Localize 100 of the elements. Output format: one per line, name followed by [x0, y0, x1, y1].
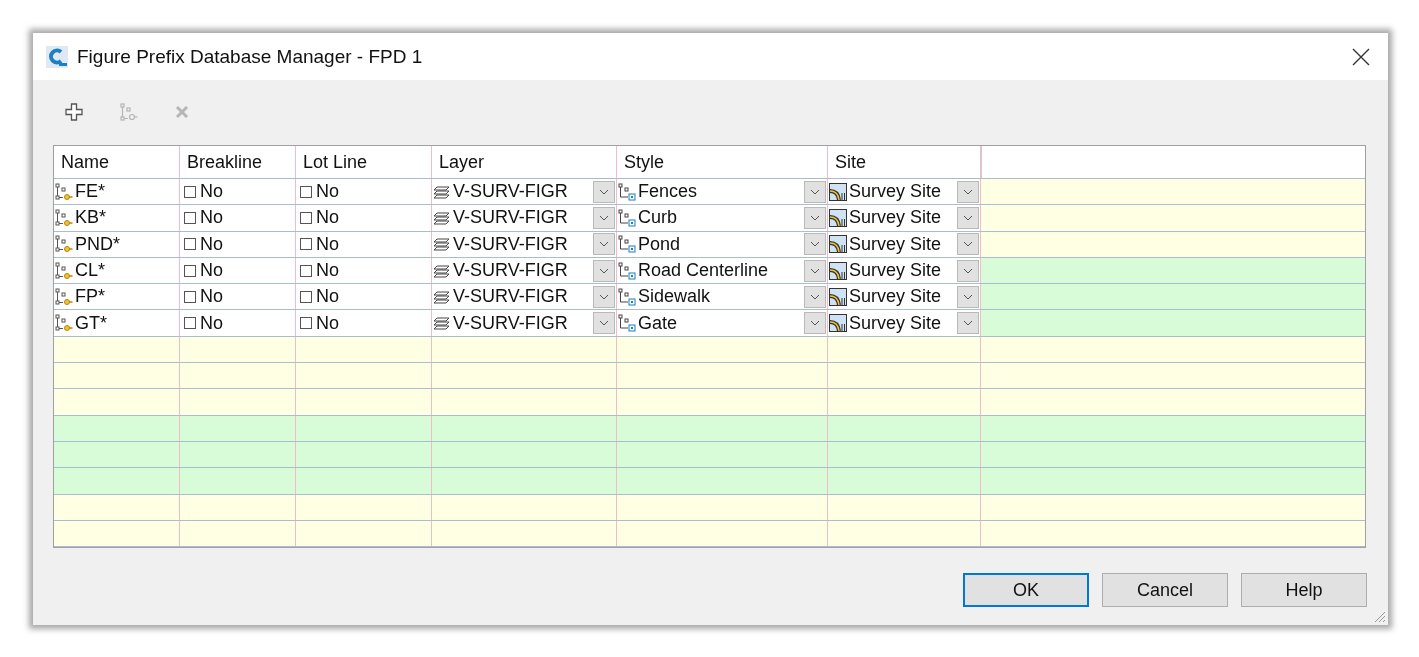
dropdown-button[interactable] [804, 206, 826, 229]
figure-style-icon [618, 235, 636, 254]
app-logo-icon [46, 45, 68, 68]
chevron-icon [599, 214, 609, 221]
checkbox-label: No [200, 207, 223, 229]
site-icon [829, 235, 847, 254]
dropdown-button[interactable] [593, 180, 615, 203]
chevron-icon [810, 267, 820, 274]
checkbox[interactable] [300, 317, 312, 330]
figure-style-icon [618, 287, 636, 306]
layer-name: V-SURV-FIGR [453, 312, 569, 334]
dropdown-button[interactable] [593, 312, 615, 335]
figure-name: GT* [75, 312, 107, 334]
layers-icon [433, 183, 451, 200]
dropdown-button[interactable] [804, 180, 826, 203]
site-name: Survey Site [849, 181, 943, 203]
dropdown-button[interactable] [593, 206, 615, 229]
checkbox[interactable] [184, 211, 196, 224]
checkbox-label: No [316, 207, 339, 229]
column-header[interactable]: Site [828, 146, 981, 178]
site-name: Survey Site [849, 286, 943, 308]
dropdown-button[interactable] [957, 180, 979, 203]
layer-name: V-SURV-FIGR [453, 233, 569, 255]
resize-grip-icon[interactable] [1374, 611, 1386, 623]
checkbox[interactable] [300, 238, 312, 251]
checkbox[interactable] [184, 264, 196, 277]
style-name: Sidewalk [638, 286, 712, 308]
chevron-icon [599, 293, 609, 300]
checkbox-label: No [200, 181, 223, 203]
site-icon [829, 314, 847, 333]
style-name: Road Centerline [638, 260, 770, 282]
column-header[interactable]: Breakline [180, 146, 296, 178]
site-icon [829, 182, 847, 201]
dropdown-button[interactable] [804, 259, 826, 282]
dropdown-button[interactable] [593, 285, 615, 308]
figure-style-icon [618, 208, 636, 227]
site-name: Survey Site [849, 260, 943, 282]
dropdown-button[interactable] [957, 312, 979, 335]
dropdown-button[interactable] [593, 233, 615, 256]
chevron-icon [810, 293, 820, 300]
checkbox-label: No [316, 260, 339, 282]
column-header[interactable]: Layer [432, 146, 617, 178]
checkbox[interactable] [184, 290, 196, 303]
chevron-icon [810, 241, 820, 248]
figure-name: PND* [75, 233, 120, 255]
ok-button[interactable]: OK [963, 573, 1089, 608]
figure-icon [55, 208, 73, 227]
dropdown-button[interactable] [804, 312, 826, 335]
dropdown-button[interactable] [804, 285, 826, 308]
dropdown-button[interactable] [957, 285, 979, 308]
checkbox-label: No [200, 260, 223, 282]
chevron-icon [963, 267, 973, 274]
checkbox[interactable] [184, 238, 196, 251]
chevron-icon [963, 241, 973, 248]
layer-name: V-SURV-FIGR [453, 286, 569, 308]
chevron-icon [810, 188, 820, 195]
layers-icon [433, 262, 451, 279]
dropdown-button[interactable] [957, 233, 979, 256]
column-header[interactable]: Name [54, 146, 180, 178]
checkbox[interactable] [184, 185, 196, 198]
checkbox-label: No [200, 233, 223, 255]
figure-style-icon [618, 314, 636, 333]
column-header[interactable]: Style [617, 146, 828, 178]
dropdown-button[interactable] [593, 259, 615, 282]
site-name: Survey Site [849, 207, 943, 229]
checkbox-label: No [316, 233, 339, 255]
add-icon[interactable] [65, 102, 83, 121]
site-icon [829, 287, 847, 306]
column-header[interactable]: Lot Line [296, 146, 432, 178]
figure-name: KB* [75, 207, 107, 229]
dropdown-button[interactable] [957, 259, 979, 282]
layers-icon [433, 315, 451, 332]
dropdown-button[interactable] [957, 206, 979, 229]
figure-icon [55, 235, 73, 254]
checkbox-label: No [316, 181, 339, 203]
figure-name: FP* [75, 286, 105, 308]
style-name: Gate [638, 312, 679, 334]
checkbox[interactable] [300, 185, 312, 198]
site-name: Survey Site [849, 312, 943, 334]
layer-name: V-SURV-FIGR [453, 181, 569, 203]
close-icon[interactable] [1352, 47, 1370, 66]
figure-style-icon [618, 261, 636, 280]
checkbox[interactable] [184, 317, 196, 330]
checkbox[interactable] [300, 290, 312, 303]
dropdown-button[interactable] [804, 233, 826, 256]
checkbox[interactable] [300, 264, 312, 277]
checkbox-label: No [316, 312, 339, 334]
chevron-icon [963, 188, 973, 195]
dialog-button[interactable]: Help [1241, 573, 1367, 608]
checkbox-label: No [200, 312, 223, 334]
style-name: Fences [638, 181, 699, 203]
figure-style-icon [618, 182, 636, 201]
chevron-icon [810, 214, 820, 221]
checkbox[interactable] [300, 211, 312, 224]
chevron-icon [599, 241, 609, 248]
dialog-button[interactable]: Cancel [1102, 573, 1228, 608]
chevron-icon [599, 188, 609, 195]
chevron-icon [599, 320, 609, 327]
site-name: Survey Site [849, 233, 943, 255]
site-icon [829, 208, 847, 227]
